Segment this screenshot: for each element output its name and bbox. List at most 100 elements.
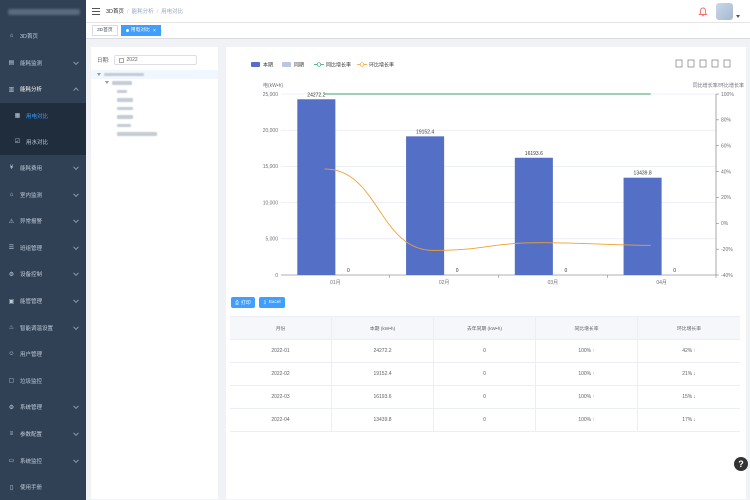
data-view-icon[interactable] — [675, 59, 683, 68]
sidebar-item[interactable]: ⌂ 室内监测 — [0, 181, 86, 208]
tag-home[interactable]: 3D首页 — [92, 25, 118, 36]
home-icon: ⌂ — [9, 33, 14, 40]
breadcrumb: 3D首页 / 能耗分析 / 用电对比 — [106, 9, 184, 15]
tree-node[interactable] — [91, 113, 218, 122]
tree-node[interactable] — [91, 104, 218, 113]
arrow-up-icon: ↑ — [592, 394, 595, 400]
check-square-icon: ☑ — [14, 139, 21, 146]
table-cell: 21% ↓ — [638, 363, 740, 385]
line-chart-icon[interactable] — [687, 59, 695, 68]
y-tick-label: 15,000 — [263, 164, 279, 170]
restore-icon[interactable] — [711, 59, 719, 68]
save-image-icon[interactable] — [723, 59, 731, 68]
tags-view: 3D首页 用电对比 × — [86, 23, 750, 39]
legend-marker — [359, 62, 365, 67]
sidebar-item-label: 用电对比 — [26, 113, 49, 120]
user-icon: ☺ — [8, 351, 15, 358]
avatar[interactable] — [716, 3, 733, 20]
legend-label: 同比增长率 — [326, 62, 351, 69]
sidebar-item-label: 班组管理 — [20, 245, 43, 252]
sidebar-item[interactable]: ▦ 用电对比 — [0, 103, 86, 129]
expand-icon[interactable] — [97, 72, 101, 76]
table-cell: 15% ↓ — [638, 386, 740, 408]
export-excel-button[interactable]: ⇩ Excel — [258, 297, 285, 308]
date-picker[interactable]: 2022 — [113, 55, 197, 65]
cell-value: 15% — [682, 394, 693, 400]
sidebar-item-label: 室内监测 — [20, 192, 43, 199]
legend-label: 环比增长率 — [369, 62, 394, 69]
y-tick-label: 10,000 — [263, 200, 279, 206]
table-cell: 2022-04 — [230, 409, 332, 431]
print-label: 打印 — [241, 301, 251, 306]
arrow-down-icon: ↓ — [693, 394, 696, 400]
breadcrumb-item: 用电对比 — [161, 9, 184, 15]
sidebar-item[interactable]: ▤ 能耗监测 — [0, 50, 86, 77]
sidebar-item[interactable]: ⚙ 系统管理 — [0, 394, 86, 421]
sidebar-item-label: 能管管理 — [20, 299, 43, 306]
sidebar-item[interactable]: ▢ 垃圾监控 — [0, 368, 86, 395]
tag-electric-compare[interactable]: 用电对比 × — [120, 25, 161, 36]
sidebar-item-label: 设备控制 — [20, 272, 43, 279]
sidebar-item-label: 智能调温设置 — [20, 325, 54, 332]
sidebar-item[interactable]: ☺ 用户管理 — [0, 341, 86, 368]
indoor-icon: ⌂ — [9, 191, 14, 198]
x-tick-label: 02月 — [439, 280, 450, 286]
tree-node[interactable] — [91, 79, 218, 88]
print-button[interactable]: ⎙ 打印 — [231, 297, 255, 308]
table-cell: 100% ↑ — [536, 340, 638, 362]
top-navbar: 3D首页 / 能耗分析 / 用电对比 — [86, 0, 750, 23]
chevron-down-icon — [73, 87, 79, 94]
sidebar-item[interactable]: ¥ 能耗费用 — [0, 155, 86, 182]
chevron-down-icon — [73, 456, 79, 463]
column-header: 环比增长率 — [677, 326, 701, 332]
tree-node[interactable] — [91, 87, 218, 96]
sidebar-item-label: 用水对比 — [26, 139, 49, 146]
hamburger-icon[interactable] — [92, 7, 100, 15]
sidebar-item[interactable]: ≡ 参数配置 — [0, 421, 86, 448]
table-row: 2022-03 16193.6 0 100% ↑ 15% ↓ — [230, 386, 740, 409]
close-icon[interactable]: × — [153, 26, 156, 36]
tree-node[interactable] — [91, 96, 218, 105]
sidebar-item[interactable]: ⚙ 设备控制 — [0, 261, 86, 288]
x-tick-label: 03月 — [548, 280, 559, 286]
sidebar-item[interactable]: ⚠ 异常报警 — [0, 208, 86, 235]
breadcrumb-item[interactable]: 3D首页 — [106, 9, 124, 15]
sidebar-item[interactable]: ⌂ 3D首页 — [0, 23, 86, 50]
y-tick-label: 5,000 — [265, 237, 278, 243]
y-tick-label: 20,000 — [263, 128, 279, 134]
bar-data-label: 24272.2 — [307, 92, 325, 98]
legend-marker — [316, 62, 322, 67]
bar-data-label: 13439.8 — [634, 171, 652, 177]
cell-value: 100% — [578, 394, 592, 400]
chevron-down-icon — [73, 164, 79, 171]
sidebar-item[interactable]: ♨ 智能调温设置 — [0, 314, 86, 341]
bar-data-label: 16193.6 — [525, 151, 543, 157]
sidebar-item[interactable]: ▭ 系统监控 — [0, 447, 86, 474]
fee-icon: ¥ — [9, 165, 14, 172]
help-icon[interactable]: ? — [734, 457, 748, 471]
building-tree — [91, 70, 218, 138]
sidebar-item-label: 异常报警 — [20, 219, 43, 226]
sidebar-item[interactable]: ▣ 能管管理 — [0, 288, 86, 315]
chevron-down-icon — [73, 244, 79, 250]
main-content: 日期: 2022 0 5,000 10,000 15,000 20,000 25,000 -… — [86, 39, 750, 500]
tree-node[interactable] — [91, 70, 218, 79]
table-cell: 19152.4 — [332, 363, 434, 385]
legend-label: 本期 — [263, 62, 273, 69]
sidebar-item[interactable]: ☑ 用水对比 — [0, 129, 86, 155]
bar-last-year-label: 0 — [565, 268, 568, 274]
tree-node[interactable] — [91, 130, 218, 139]
expand-icon[interactable] — [105, 81, 109, 85]
tree-node[interactable] — [91, 121, 218, 130]
caret-down-icon[interactable] — [736, 15, 740, 18]
sidebar-item-label: 垃圾监控 — [20, 378, 43, 385]
sidebar-item[interactable]: ▥ 能耗分析 — [0, 76, 86, 103]
bell-icon[interactable] — [698, 7, 708, 17]
bar-chart-icon[interactable] — [699, 59, 707, 68]
sidebar-item[interactable]: ☰ 班组管理 — [0, 235, 86, 262]
sidebar-item[interactable]: ▯ 使用手册 — [0, 474, 86, 500]
bar-current — [406, 136, 445, 275]
y-right-tick-label: 80% — [721, 118, 732, 124]
team-icon: ☰ — [8, 245, 15, 252]
trash-icon: ▢ — [8, 378, 15, 385]
